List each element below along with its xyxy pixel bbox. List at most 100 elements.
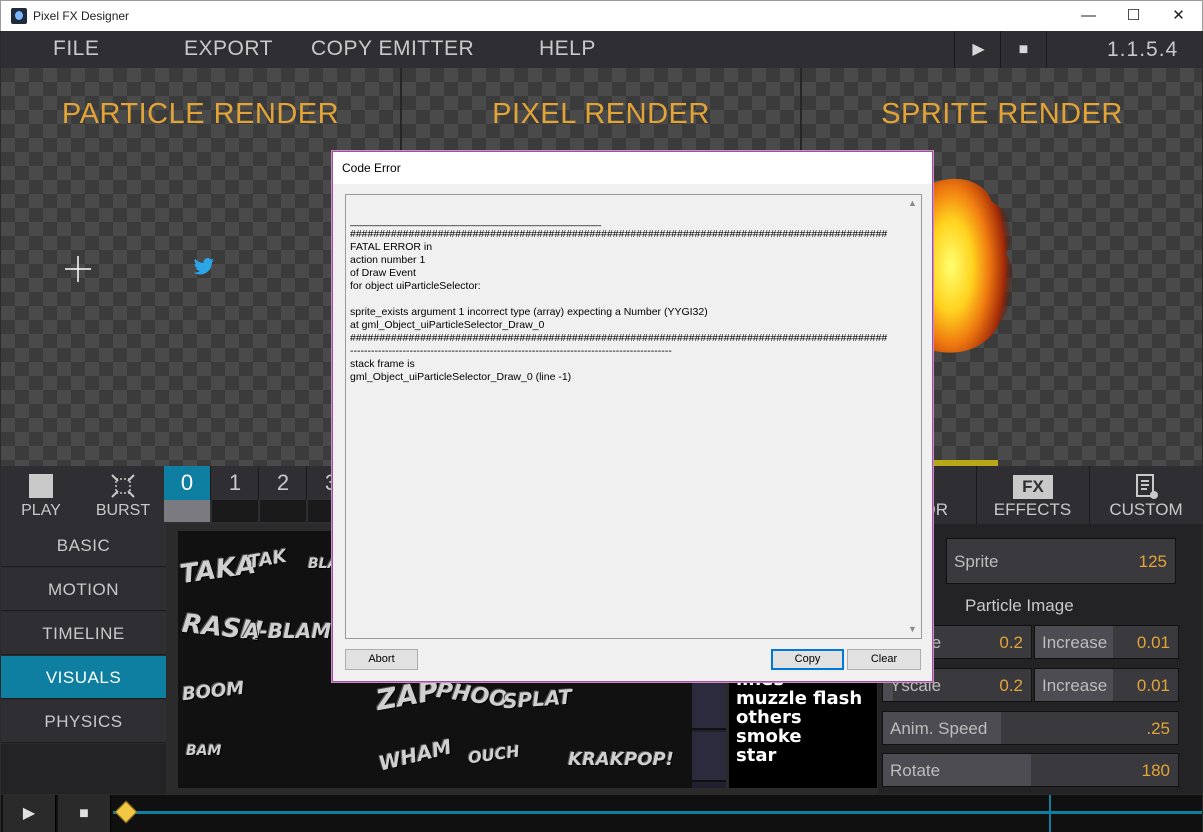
effects-button[interactable]: FX EFFECTS (976, 466, 1088, 524)
crosshair-icon (65, 256, 91, 282)
dialog-titlebar: Code Error (333, 152, 932, 184)
yscale-increase-field[interactable]: Increase 0.01 (1034, 668, 1179, 702)
sidebar: BASIC MOTION TIMELINE VISUALS PHYSICS (1, 524, 166, 744)
menu-file[interactable]: FILE (53, 37, 99, 61)
sidebar-item-physics[interactable]: PHYSICS (1, 700, 166, 743)
list-item[interactable]: others (736, 708, 877, 727)
gallery-sprite[interactable]: BOOM (181, 678, 245, 705)
anim-speed-value: .25 (1146, 719, 1170, 738)
emitter-tab-1-indicator (212, 500, 259, 522)
sprite-render-title: SPRITE RENDER (881, 98, 1123, 130)
emitter-tab-1[interactable]: 1 (212, 466, 259, 500)
yscale-value: 0.2 (999, 676, 1023, 695)
gallery-sprite[interactable]: KRAK (568, 749, 624, 770)
sprite-field-value: 125 (1138, 552, 1167, 571)
timeline-track[interactable] (113, 811, 1202, 814)
burst-button[interactable]: BURST (83, 466, 163, 524)
stop-icon[interactable]: ■ (1001, 31, 1046, 68)
xscale-increase-value: 0.01 (1136, 633, 1170, 652)
gallery-sprite[interactable]: SPLAT (502, 685, 573, 714)
xscale-increase-label: Increase (1042, 633, 1108, 652)
list-item[interactable]: star (736, 746, 877, 765)
error-text-area[interactable]: ________________________________________… (345, 194, 922, 639)
xscale-increase-field[interactable]: Increase 0.01 (1034, 625, 1179, 659)
rotate-field[interactable]: Rotate 180 (882, 753, 1179, 787)
play-emitter-label: PLAY (21, 502, 61, 519)
anim-speed-label: Anim. Speed (890, 719, 988, 738)
error-text-scrollbar[interactable]: ▲ ▼ (904, 195, 921, 638)
fire-burst-sprite (930, 178, 1014, 353)
list-item[interactable]: muzzle flash (736, 689, 877, 708)
xscale-value: 0.2 (999, 633, 1023, 652)
yscale-increase-label: Increase (1042, 676, 1108, 695)
emitter-tab-0[interactable]: 0 (164, 466, 211, 500)
emitter-tab-2[interactable]: 2 (260, 466, 307, 500)
menu-bar: FILE EXPORT COPY EMITTER HELP ▶ ■ 1.1.5.… (1, 31, 1202, 68)
copy-button[interactable]: Copy (771, 649, 844, 670)
pixel-render-title: PIXEL RENDER (492, 98, 710, 130)
menu-export[interactable]: EXPORT (184, 37, 273, 61)
menu-separator (1046, 31, 1047, 68)
sprite-field-label: Sprite (954, 552, 999, 571)
maximize-button[interactable]: ☐ (1111, 1, 1156, 31)
gallery-sprite[interactable]: PHOO (435, 678, 510, 713)
window-title: Pixel FX Designer (33, 9, 130, 23)
rotate-value: 180 (1141, 761, 1170, 780)
gallery-scroll-cell[interactable] (692, 732, 726, 782)
sidebar-item-basic[interactable]: BASIC (1, 524, 166, 567)
menu-separator (954, 31, 955, 68)
particle-render-title: PARTICLE RENDER (61, 98, 340, 130)
list-item[interactable]: smoke (736, 727, 877, 746)
gallery-sprite[interactable]: POP! (624, 749, 674, 770)
scroll-down-icon[interactable]: ▼ (904, 621, 921, 638)
gallery-scroll-cell[interactable] (692, 680, 726, 730)
play-icon[interactable]: ▶ (956, 31, 1001, 68)
sprite-field[interactable]: Sprite 125 (946, 538, 1176, 584)
gallery-sprite[interactable]: OUCH (467, 741, 521, 767)
version-label: 1.1.5.4 (1107, 38, 1179, 61)
sidebar-item-timeline[interactable]: TIMELINE (1, 612, 166, 655)
sidebar-footer (1, 744, 166, 794)
gallery-sprite[interactable]: A-BLAM (244, 619, 331, 643)
dialog-title: Code Error (342, 161, 401, 175)
minimize-button[interactable]: — (1066, 1, 1111, 31)
timeline-play-icon[interactable]: ▶ (3, 795, 56, 832)
yscale-increase-value: 0.01 (1136, 676, 1170, 695)
bird-icon (193, 258, 214, 275)
fx-icon: FX (1013, 475, 1053, 499)
emitter-tab-0-indicator (164, 500, 211, 522)
gallery-sprite[interactable]: WHAM (376, 734, 454, 775)
timeline-playhead[interactable] (1049, 795, 1051, 832)
burst-label: BURST (95, 502, 151, 519)
anim-speed-field[interactable]: Anim. Speed .25 (882, 711, 1179, 745)
emitter-tab-2-indicator (260, 500, 307, 522)
timeline-stop-icon[interactable]: ■ (58, 795, 111, 832)
burst-icon (111, 474, 135, 498)
play-emitter-button[interactable]: PLAY (1, 466, 81, 524)
clear-button[interactable]: Clear (847, 649, 921, 670)
scroll-up-icon[interactable]: ▲ (904, 195, 921, 212)
square-icon (29, 474, 53, 498)
custom-button[interactable]: CUSTOM (1089, 466, 1202, 524)
window-titlebar: Pixel FX Designer — ☐ ✕ (0, 0, 1203, 31)
menu-copy-emitter[interactable]: COPY EMITTER (311, 37, 474, 61)
custom-label: CUSTOM (1109, 500, 1183, 519)
sprite-category-list: lines muzzle flash others smoke star (729, 670, 877, 788)
keyframe-marker-icon[interactable] (114, 800, 138, 824)
sidebar-item-visuals[interactable]: VISUALS (1, 656, 166, 699)
gallery-sprite[interactable]: TAKA (178, 550, 258, 590)
code-error-dialog: Code Error _____________________________… (332, 151, 933, 682)
app-icon (11, 8, 27, 24)
rotate-label: Rotate (890, 761, 941, 780)
gallery-scrollbar[interactable] (692, 680, 726, 788)
particle-image-heading: Particle Image (965, 596, 1074, 615)
abort-button[interactable]: Abort (345, 649, 418, 670)
gallery-sprite[interactable]: BAM (186, 743, 221, 759)
error-message-text: ________________________________________… (350, 215, 888, 383)
custom-document-icon (1136, 474, 1158, 499)
menu-help[interactable]: HELP (539, 37, 596, 61)
close-button[interactable]: ✕ (1156, 1, 1201, 31)
effects-label: EFFECTS (993, 500, 1072, 519)
timeline-bar: ▶ ■ (1, 795, 1202, 832)
sidebar-item-motion[interactable]: MOTION (1, 568, 166, 611)
